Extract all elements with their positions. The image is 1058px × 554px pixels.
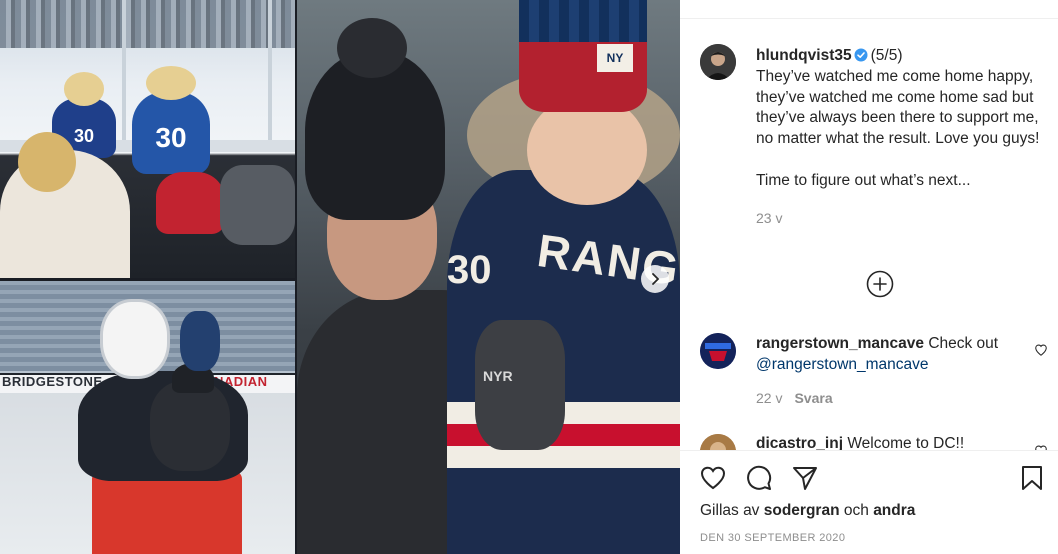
comment-username[interactable]: rangerstown_mancave: [756, 335, 924, 352]
post-caption: hlundqvist35 (5/5) They’ve watched me com…: [756, 46, 1054, 228]
comment-mention[interactable]: @rangerstown_mancave: [756, 355, 1046, 376]
glass-divider: [268, 0, 272, 150]
kid-right-number: 30: [155, 122, 187, 153]
liked-by: Gillas av sodergran och andra: [700, 502, 915, 520]
liked-by-others[interactable]: andra: [873, 502, 915, 519]
glove-logo: NYR: [483, 368, 513, 384]
comment-text: Welcome to DC!!: [847, 435, 965, 450]
paper-plane-icon[interactable]: [791, 464, 819, 492]
comment-heart-icon[interactable]: [1034, 343, 1048, 357]
reply-button[interactable]: Svara: [794, 390, 832, 406]
comment-item-clip: dicastro_inj Welcome to DC!!: [680, 430, 1058, 450]
glass-divider: [122, 0, 126, 150]
liked-by-conjunction: och: [843, 502, 869, 519]
mother-back: [0, 132, 130, 278]
post-panel: hlundqvist35 (5/5) They’ve watched me com…: [680, 0, 1058, 554]
hat-patch: NY: [597, 44, 633, 72]
comment-username[interactable]: dicastro_inj: [756, 435, 843, 450]
slide-counter: (5/5): [870, 47, 903, 64]
plus-circle-icon[interactable]: [866, 270, 894, 298]
profile-photo-icon: [700, 44, 736, 80]
comment-icon[interactable]: [745, 464, 773, 492]
heart-icon[interactable]: [699, 464, 727, 492]
bookmark-icon[interactable]: [1018, 464, 1046, 492]
mother-hair: [18, 132, 76, 192]
author-avatar[interactable]: [700, 44, 736, 80]
divider: [680, 18, 1058, 19]
kid-hair: [63, 72, 105, 106]
goalie-mask: [100, 299, 170, 379]
divider: [680, 450, 1058, 451]
profile-photo-icon: [700, 434, 736, 450]
skater-background: [180, 311, 220, 371]
post-media[interactable]: 30 30 BRIDGESTONE NADIAN RANGE 30 NYR NY: [0, 0, 680, 554]
post-time-ago[interactable]: 23 v: [756, 208, 1054, 229]
comment-item: rangerstown_mancave Check out @rangersto…: [756, 334, 1046, 408]
goalie-pants: [92, 471, 242, 554]
post-date[interactable]: DEN 30 SEPTEMBER 2020: [700, 532, 845, 544]
caption-text: They’ve watched me come home happy, they…: [756, 67, 1040, 189]
hat-band: [519, 0, 647, 42]
crowd: [0, 0, 295, 48]
chevron-right-icon: [652, 273, 660, 285]
comment-time-ago: 22 v: [756, 389, 783, 406]
beanie-pompom: [337, 18, 407, 78]
comment-text: Check out: [928, 335, 999, 352]
photo-mother-child: RANGE 30 NYR NY: [297, 0, 680, 554]
kid-right: 30: [132, 66, 210, 174]
commenter-avatar[interactable]: [700, 434, 736, 450]
commenter-avatar[interactable]: [700, 333, 736, 369]
jersey-stripe: [447, 446, 680, 468]
kid-right-skirt: [156, 172, 224, 234]
verified-badge-icon: [854, 48, 868, 62]
author-username[interactable]: hlundqvist35: [756, 47, 852, 64]
ad-bridgestone: BRIDGESTONE: [2, 374, 103, 389]
next-slide-button[interactable]: [641, 265, 669, 293]
liked-by-prefix: Gillas av: [700, 502, 760, 519]
kid-hair: [146, 66, 196, 100]
jersey-number: 30: [447, 248, 492, 292]
photo-goalie-child: BRIDGESTONE NADIAN: [0, 281, 295, 554]
rangers-logo-icon: [700, 333, 736, 369]
child-in-arms: [150, 381, 230, 471]
photo-rink-kids: 30 30: [0, 0, 295, 278]
glove: [475, 320, 565, 450]
liked-by-user[interactable]: sodergran: [764, 502, 840, 519]
spectator: [220, 165, 295, 245]
comment-item: dicastro_inj Welcome to DC!!: [756, 434, 1046, 450]
